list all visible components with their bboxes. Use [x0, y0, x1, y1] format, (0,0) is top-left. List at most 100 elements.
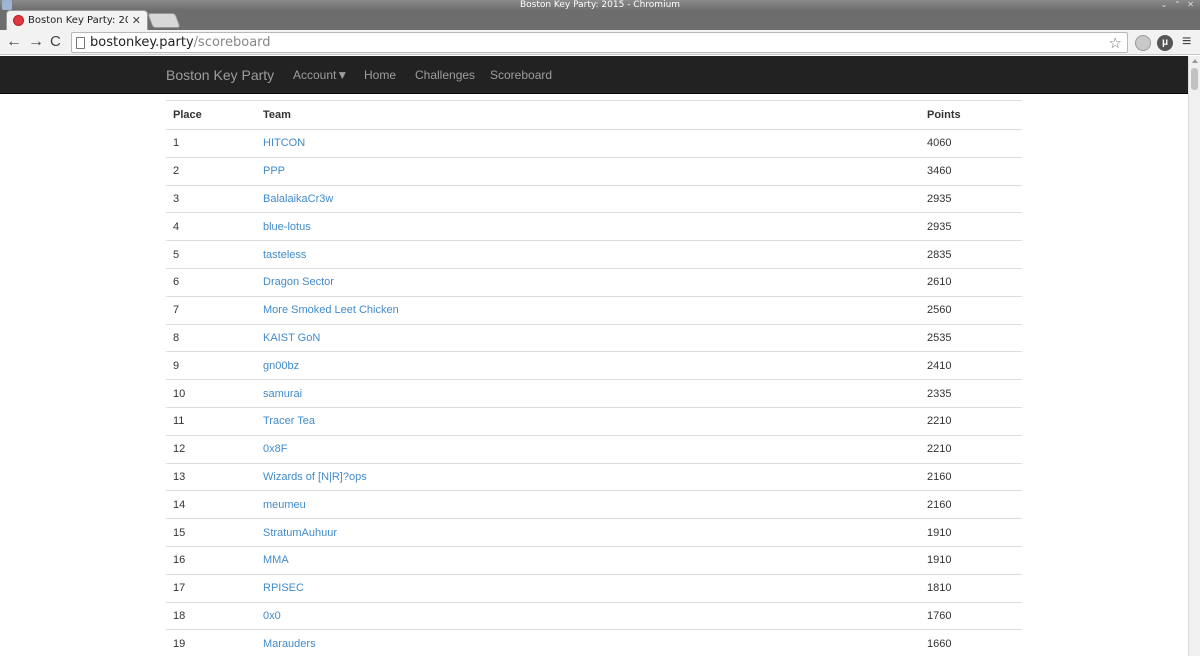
place-cell: 13: [166, 463, 256, 492]
page-icon: [76, 36, 85, 49]
place-cell: 9: [166, 351, 256, 381]
page-scrollbar[interactable]: [1188, 56, 1200, 656]
team-link[interactable]: samurai: [263, 388, 302, 400]
tab-close-icon[interactable]: ✕: [132, 14, 141, 27]
team-cell: 0x0: [256, 602, 920, 631]
table-row: 15 StratumAuhuur 1910: [166, 518, 1022, 547]
team-link[interactable]: Dragon Sector: [263, 276, 334, 288]
extension-globe-icon[interactable]: [1135, 35, 1151, 51]
browser-tab[interactable]: Boston Key Party: 2015 ✕: [6, 10, 148, 30]
team-link[interactable]: HITCON: [263, 137, 305, 149]
table-row: 9 gn00bz 2410: [166, 351, 1022, 381]
team-link[interactable]: MMA: [263, 554, 289, 566]
back-arrow-icon[interactable]: ←: [6, 33, 22, 51]
team-link[interactable]: Wizards of [N|R]?ops: [263, 471, 367, 483]
nav-home[interactable]: Home: [364, 68, 396, 82]
table-row: 14 meumeu 2160: [166, 490, 1022, 520]
tab-title: Boston Key Party: 2015: [28, 15, 128, 26]
table-row: 1 HITCON 4060: [166, 129, 1022, 158]
place-cell: 7: [166, 296, 256, 325]
team-cell: KAIST GoN: [256, 324, 920, 353]
points-cell: 4060: [920, 129, 1022, 158]
team-cell: HITCON: [256, 129, 920, 158]
team-cell: gn00bz: [256, 351, 920, 381]
browser-toolbar: ← → C bostonkey.party/scoreboard ☆ μ ≡: [0, 30, 1200, 55]
window-title-bar: Boston Key Party: 2015 - Chromium ⌄ ⌃ ✕: [0, 0, 1200, 10]
team-cell: blue-lotus: [256, 212, 920, 242]
team-link[interactable]: BalalaikaCr3w: [263, 193, 333, 205]
points-cell: 2160: [920, 490, 1022, 520]
forward-arrow-icon[interactable]: →: [28, 33, 44, 51]
team-cell: samurai: [256, 379, 920, 408]
nav-account-dropdown[interactable]: Account▼: [293, 68, 348, 82]
site-brand[interactable]: Boston Key Party: [166, 66, 274, 84]
points-cell: 2935: [920, 212, 1022, 242]
points-cell: 2610: [920, 268, 1022, 297]
table-row: 7 More Smoked Leet Chicken 2560: [166, 296, 1022, 325]
team-cell: BalalaikaCr3w: [256, 185, 920, 214]
team-link[interactable]: Tracer Tea: [263, 415, 315, 427]
team-link[interactable]: More Smoked Leet Chicken: [263, 304, 399, 316]
place-cell: 12: [166, 435, 256, 464]
points-cell: 2535: [920, 324, 1022, 353]
table-row: 19 Marauders 1660: [166, 629, 1022, 656]
place-cell: 17: [166, 574, 256, 603]
table-row: 10 samurai 2335: [166, 379, 1022, 408]
new-tab-button[interactable]: [147, 13, 181, 28]
address-host: bostonkey.party: [90, 35, 194, 50]
table-row: 2 PPP 3460: [166, 157, 1022, 186]
table-row: 8 KAIST GoN 2535: [166, 324, 1022, 353]
tab-strip: Boston Key Party: 2015 ✕: [0, 10, 1200, 30]
team-cell: MMA: [256, 546, 920, 575]
team-link[interactable]: PPP: [263, 165, 285, 177]
browser-menu-icon[interactable]: ≡: [1182, 33, 1191, 51]
header-team: Team: [256, 100, 920, 130]
bookmark-star-icon[interactable]: ☆: [1109, 34, 1122, 52]
team-link[interactable]: RPISEC: [263, 582, 304, 594]
team-cell: meumeu: [256, 490, 920, 520]
site-navbar: Boston Key Party Account▼ Home Challenge…: [0, 56, 1188, 94]
place-cell: 8: [166, 324, 256, 353]
table-row: 13 Wizards of [N|R]?ops 2160: [166, 463, 1022, 492]
reload-icon[interactable]: C: [50, 33, 61, 51]
team-link[interactable]: 0x0: [263, 610, 281, 622]
team-cell: RPISEC: [256, 574, 920, 603]
place-cell: 6: [166, 268, 256, 297]
points-cell: 2210: [920, 435, 1022, 464]
place-cell: 15: [166, 518, 256, 547]
nav-challenges[interactable]: Challenges: [415, 68, 475, 82]
table-row: 5 tasteless 2835: [166, 240, 1022, 269]
team-link[interactable]: meumeu: [263, 499, 306, 511]
team-link[interactable]: blue-lotus: [263, 221, 311, 233]
table-row: 6 Dragon Sector 2610: [166, 268, 1022, 297]
table-row: 3 BalalaikaCr3w 2935: [166, 185, 1022, 214]
team-cell: More Smoked Leet Chicken: [256, 296, 920, 325]
team-link[interactable]: tasteless: [263, 249, 306, 261]
window-title: Boston Key Party: 2015 - Chromium: [519, 0, 681, 10]
window-controls[interactable]: ⌄ ⌃ ✕: [1161, 0, 1196, 10]
scrollbar-thumb[interactable]: [1191, 68, 1198, 90]
points-cell: 1910: [920, 546, 1022, 575]
team-cell: PPP: [256, 157, 920, 186]
points-cell: 1760: [920, 602, 1022, 631]
nav-scoreboard[interactable]: Scoreboard: [490, 68, 552, 82]
table-row: 18 0x0 1760: [166, 602, 1022, 631]
team-link[interactable]: KAIST GoN: [263, 332, 320, 344]
team-link[interactable]: StratumAuhuur: [263, 527, 337, 539]
place-cell: 18: [166, 602, 256, 631]
header-points: Points: [920, 100, 1022, 130]
team-link[interactable]: 0x8F: [263, 443, 287, 455]
scroll-up-arrow-icon[interactable]: [1192, 59, 1198, 63]
extension-ublock-icon[interactable]: μ: [1157, 35, 1173, 51]
place-cell: 1: [166, 129, 256, 158]
page-content: Boston Key Party Account▼ Home Challenge…: [0, 56, 1188, 656]
address-bar[interactable]: bostonkey.party/scoreboard ☆: [71, 32, 1128, 53]
team-link[interactable]: Marauders: [263, 638, 316, 650]
points-cell: 2560: [920, 296, 1022, 325]
window-menu-icon[interactable]: [2, 0, 12, 10]
scoreboard-table: Place Team Points 1 HITCON 4060 2 PPP 3460 3 Ba…: [166, 100, 1022, 656]
team-cell: Dragon Sector: [256, 268, 920, 297]
team-cell: StratumAuhuur: [256, 518, 920, 547]
team-link[interactable]: gn00bz: [263, 360, 299, 372]
place-cell: 4: [166, 212, 256, 242]
